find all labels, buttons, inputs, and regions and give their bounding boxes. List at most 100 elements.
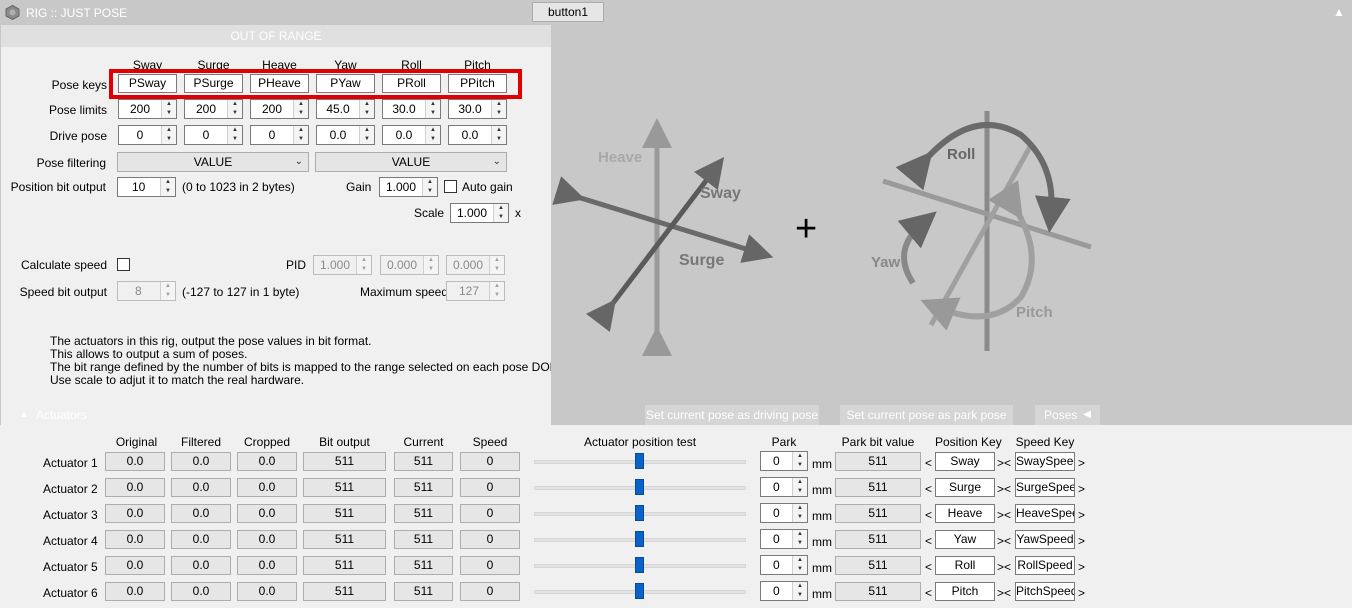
pose-limit-heave-stepper[interactable]: 200 ▲ ▼ (250, 99, 309, 119)
stepper-arrows[interactable]: ▲ ▼ (425, 126, 440, 144)
poses-tab-label: Poses (1044, 408, 1078, 422)
maximum-speed-label: Maximum speed (360, 285, 449, 299)
stepper-arrows[interactable]: ▲ ▼ (491, 100, 506, 118)
stepper-arrows[interactable]: ▲ ▼ (792, 478, 807, 496)
stepper-arrows[interactable]: ▲ ▼ (792, 556, 807, 574)
header-cropped: Cropped (243, 435, 291, 449)
stepper-arrows[interactable]: ▲ ▼ (356, 256, 371, 274)
stepper-arrows[interactable]: ▲ ▼ (792, 504, 807, 522)
pid-p-stepper[interactable]: 1.000 ▲ ▼ (313, 255, 372, 275)
position-key-field[interactable]: Sway (935, 452, 995, 471)
speed-key-field[interactable]: RollSpeed (1015, 556, 1075, 575)
park-stepper[interactable]: 0 ▲ ▼ (760, 529, 808, 549)
stepper-arrows[interactable]: ▲ ▼ (161, 126, 176, 144)
calculate-speed-checkbox[interactable] (117, 258, 130, 271)
pid-d-stepper[interactable]: 0.000 ▲ ▼ (446, 255, 505, 275)
stepper-arrows[interactable]: ▲ ▼ (161, 100, 176, 118)
drive-pose-yaw-stepper[interactable]: 0.0 ▲ ▼ (316, 125, 375, 145)
position-test-slider-thumb[interactable] (635, 531, 644, 547)
stepper-arrows[interactable]: ▲ ▼ (359, 100, 374, 118)
drive-pose-pitch-stepper[interactable]: 0.0 ▲ ▼ (448, 125, 507, 145)
speed-key-field[interactable]: PitchSpeed (1015, 582, 1075, 601)
stepper-arrows[interactable]: ▲ ▼ (227, 126, 242, 144)
pose-limit-sway-stepper[interactable]: 200 ▲ ▼ (118, 99, 177, 119)
position-key-field[interactable]: Roll (935, 556, 995, 575)
position-bit-output-label: Position bit output (10, 180, 106, 194)
drive-pose-surge-stepper[interactable]: 0 ▲ ▼ (184, 125, 243, 145)
translation-filter-value: VALUE (193, 155, 233, 169)
stepper-arrows[interactable]: ▲ ▼ (425, 100, 440, 118)
position-test-slider-thumb[interactable] (635, 479, 644, 495)
stepper-arrows[interactable]: ▲ ▼ (160, 178, 175, 196)
stepper-arrows[interactable]: ▲ ▼ (493, 204, 508, 222)
pose-limits-label: Pose limits (48, 103, 107, 117)
poses-tab[interactable]: Poses ◀ (1035, 405, 1100, 425)
collapse-up-icon[interactable]: ▲ (1333, 5, 1345, 19)
stepper-arrows[interactable]: ▲ ▼ (160, 282, 175, 300)
stepper-arrows[interactable]: ▲ ▼ (489, 256, 504, 274)
pid-i-stepper[interactable]: 0.000 ▲ ▼ (380, 255, 439, 275)
rotation-filter-select[interactable]: VALUE ⌄ (315, 152, 507, 172)
speed-value: 0 (460, 452, 520, 471)
position-test-slider-thumb[interactable] (635, 505, 644, 521)
position-test-slider-thumb[interactable] (635, 557, 644, 573)
position-key-field[interactable]: Heave (935, 504, 995, 523)
set-park-pose-button[interactable]: Set current pose as park pose (840, 405, 1013, 425)
drive-pose-pitch-value: 0.0 (461, 128, 479, 142)
stepper-arrows[interactable]: ▲ ▼ (423, 256, 438, 274)
stepper-arrows[interactable]: ▲ ▼ (792, 530, 807, 548)
set-driving-pose-button[interactable]: Set current pose as driving pose (645, 405, 819, 425)
speed-key-field[interactable]: SwaySpeed (1015, 452, 1075, 471)
park-stepper[interactable]: 0 ▲ ▼ (760, 477, 808, 497)
stepper-arrows[interactable]: ▲ ▼ (227, 100, 242, 118)
position-bit-output-stepper[interactable]: 10 ▲ ▼ (117, 177, 176, 197)
park-stepper[interactable]: 0 ▲ ▼ (760, 451, 808, 471)
scale-unit: x (515, 206, 521, 220)
maximum-speed-stepper[interactable]: 127 ▲ ▼ (446, 281, 505, 301)
speed-key-field[interactable]: YawSpeed (1015, 530, 1075, 549)
scale-stepper[interactable]: 1.000 ▲ ▼ (450, 203, 509, 223)
position-key-field[interactable]: Pitch (935, 582, 995, 601)
bit-output-value: 511 (303, 478, 386, 497)
stepper-arrows[interactable]: ▲ ▼ (792, 452, 807, 470)
plus-sign: + (795, 208, 817, 250)
pose-limit-roll-stepper[interactable]: 30.0 ▲ ▼ (382, 99, 441, 119)
stepper-arrows[interactable]: ▲ ▼ (293, 126, 308, 144)
stepper-arrows[interactable]: ▲ ▼ (422, 178, 437, 196)
speed-bit-output-stepper[interactable]: 8 ▲ ▼ (117, 281, 176, 301)
pose-limit-pitch-stepper[interactable]: 30.0 ▲ ▼ (448, 99, 507, 119)
stepper-arrows[interactable]: ▲ ▼ (359, 126, 374, 144)
stepper-arrows[interactable]: ▲ ▼ (489, 282, 504, 300)
drive-pose-sway-stepper[interactable]: 0 ▲ ▼ (118, 125, 177, 145)
less-than-glyph: < (925, 456, 933, 470)
button1[interactable]: button1 (532, 2, 604, 22)
stepper-arrows[interactable]: ▲ ▼ (293, 100, 308, 118)
gain-stepper[interactable]: 1.000 ▲ ▼ (379, 177, 438, 197)
park-bit-value: 511 (835, 504, 921, 523)
park-stepper[interactable]: 0 ▲ ▼ (760, 581, 808, 601)
description-line: The actuators in this rig, output the po… (50, 334, 372, 348)
position-key-field[interactable]: Yaw (935, 530, 995, 549)
current-value: 511 (394, 530, 453, 549)
stepper-arrows[interactable]: ▲ ▼ (792, 582, 807, 600)
rotation-axes (882, 111, 1092, 351)
drive-pose-heave-stepper[interactable]: 0 ▲ ▼ (250, 125, 309, 145)
actuators-tab[interactable]: ▲ Actuators (1, 405, 99, 425)
position-key-field[interactable]: Surge (935, 478, 995, 497)
pose-limit-yaw-stepper[interactable]: 45.0 ▲ ▼ (316, 99, 375, 119)
park-stepper[interactable]: 0 ▲ ▼ (760, 555, 808, 575)
drive-pose-roll-stepper[interactable]: 0.0 ▲ ▼ (382, 125, 441, 145)
position-test-slider-thumb[interactable] (635, 453, 644, 469)
actuators-tab-label: Actuators (36, 408, 87, 422)
translation-filter-select[interactable]: VALUE ⌄ (117, 152, 309, 172)
park-stepper[interactable]: 0 ▲ ▼ (760, 503, 808, 523)
window-title: RIG :: JUST POSE (26, 6, 128, 20)
position-test-slider-thumb[interactable] (635, 583, 644, 599)
position-bit-range: (0 to 1023 in 2 bytes) (182, 180, 295, 194)
pose-limit-surge-stepper[interactable]: 200 ▲ ▼ (184, 99, 243, 119)
speed-key-field[interactable]: SurgeSpeed (1015, 478, 1075, 497)
original-value: 0.0 (105, 504, 165, 523)
auto-gain-checkbox[interactable] (444, 180, 457, 193)
stepper-arrows[interactable]: ▲ ▼ (491, 126, 506, 144)
speed-key-field[interactable]: HeaveSpeed (1015, 504, 1075, 523)
